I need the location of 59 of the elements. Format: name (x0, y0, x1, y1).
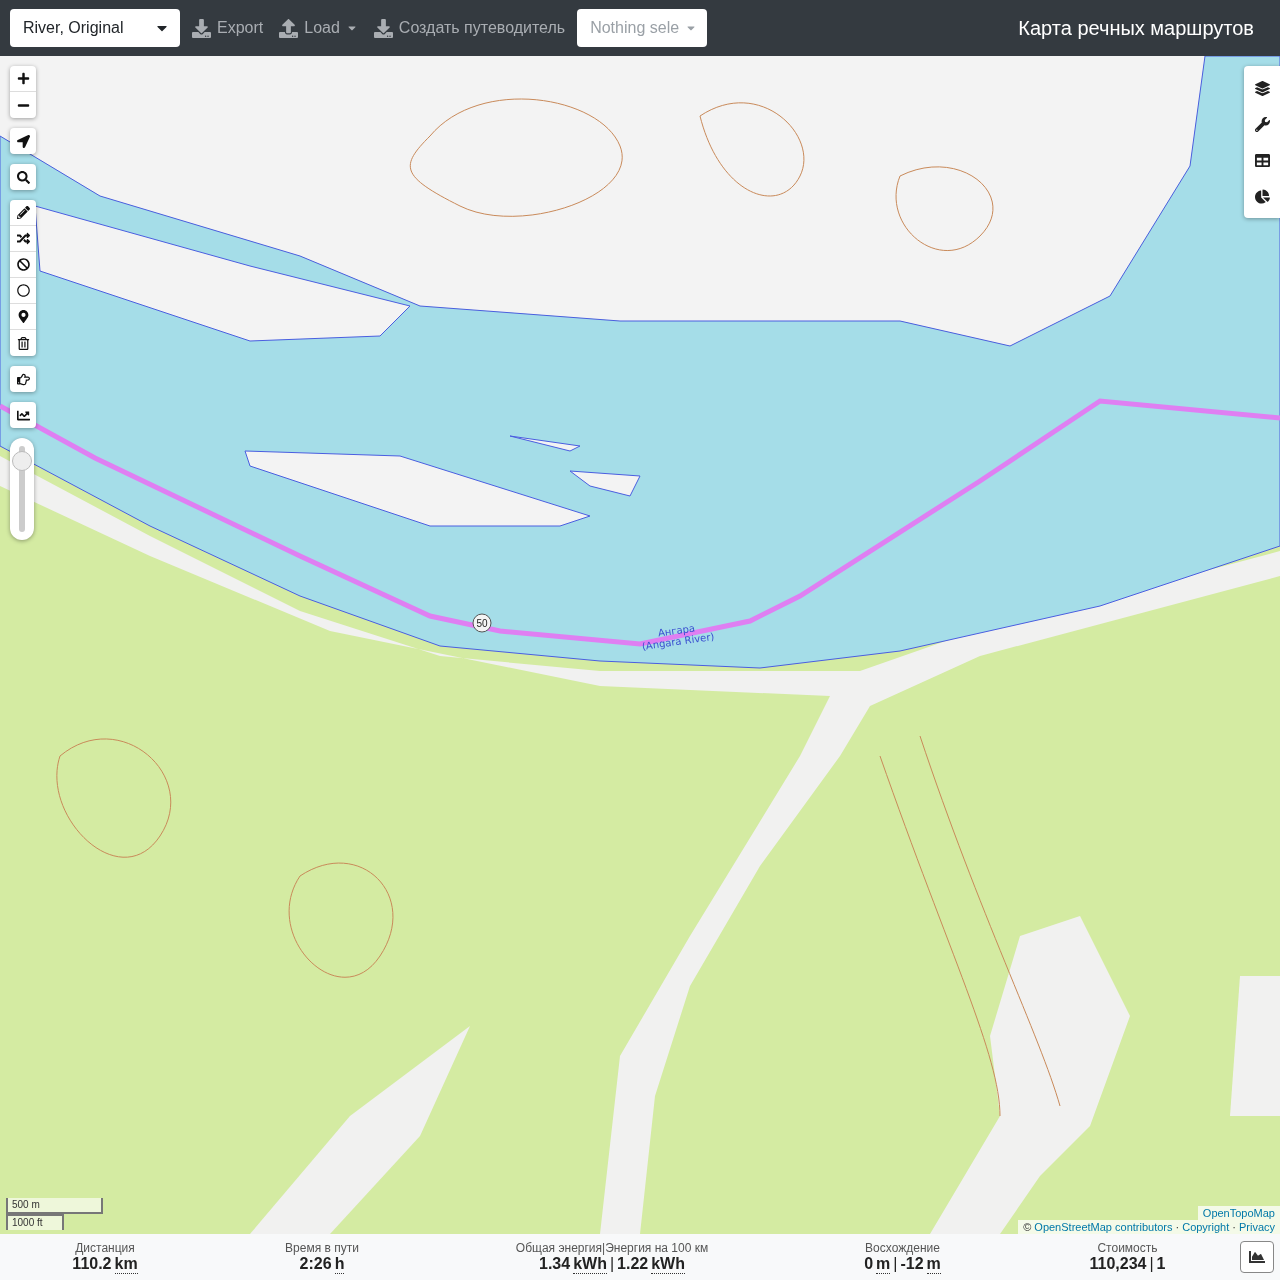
shuffle-icon (16, 232, 30, 245)
area-chart-icon (1249, 1249, 1265, 1265)
footer-link[interactable]: Privacy (1238, 1221, 1275, 1233)
river-label: Ангара (Angara River) (641, 622, 715, 652)
route-marker: 50 (472, 613, 492, 633)
pie-chart-icon (1254, 188, 1270, 204)
download-button[interactable]: Создать путеводитель (369, 9, 570, 47)
scale-bar: 500 m (6, 1198, 103, 1214)
stat-value: 2:26 (299, 1254, 332, 1274)
app-title: Карта речных маршрутов (1018, 16, 1255, 40)
selection-select[interactable]: Nothing sele (577, 9, 708, 47)
separator: | (893, 1254, 898, 1274)
plus-icon (16, 72, 30, 85)
stat-unit: km (114, 1254, 138, 1274)
download-icon (192, 18, 211, 38)
search-icon (16, 170, 30, 184)
stat-unit: m (876, 1254, 891, 1274)
line-chart-icon (16, 408, 30, 422)
separator: | (1149, 1255, 1154, 1273)
ban-icon (16, 258, 30, 271)
stat-label: Дистанция (75, 1240, 135, 1255)
stat-value: -12 (900, 1254, 924, 1274)
stat-unit: h (334, 1254, 345, 1274)
elevation-chart-button[interactable] (1240, 1241, 1274, 1273)
stat-value: 0 (864, 1254, 874, 1274)
zoom-slider[interactable] (10, 438, 34, 540)
download-icon (373, 18, 393, 38)
stat-unit: m (926, 1254, 941, 1274)
profile-select[interactable]: River, Original (10, 9, 180, 47)
scale-bar: 1000 ft (6, 1214, 64, 1230)
stat-unit: kWh (573, 1254, 607, 1274)
map-pin-icon (16, 310, 30, 323)
upload-icon (279, 18, 299, 38)
stat-label: Восхождение (865, 1240, 940, 1255)
pencil-icon (16, 206, 30, 219)
attribution-link[interactable]: OpenStreetMap contributors (1034, 1221, 1173, 1233)
stat-value: 1.22 (617, 1254, 649, 1274)
layers-icon (1254, 80, 1270, 96)
trash-icon (16, 336, 30, 350)
copyright-sign: © (1023, 1221, 1032, 1233)
stat-value: 110,234 (1089, 1255, 1147, 1273)
separator-dot: · (1175, 1221, 1180, 1233)
stat-label: Общая энергия|Энергия на 100 км (515, 1240, 709, 1255)
download-button[interactable]: Export (188, 9, 268, 47)
separator: | (609, 1254, 615, 1274)
stat-label: Стоимость (1097, 1241, 1158, 1255)
arrow-icon (16, 134, 30, 148)
stat-label: Время в пути (285, 1240, 359, 1255)
stat-value: 110.2 (72, 1254, 112, 1274)
slider-thumb[interactable] (12, 450, 32, 471)
stat-value: 1.34 (539, 1254, 571, 1274)
stat-value: 1 (1156, 1255, 1166, 1273)
stat-unit: kWh (651, 1254, 685, 1274)
footer-link[interactable]: Copyright (1182, 1221, 1230, 1233)
pointing-hand-icon (16, 372, 30, 386)
load-button[interactable]: Load (275, 9, 362, 47)
table-icon (1254, 152, 1270, 168)
wrench-icon (1254, 116, 1270, 132)
separator-dot: · (1232, 1221, 1236, 1233)
